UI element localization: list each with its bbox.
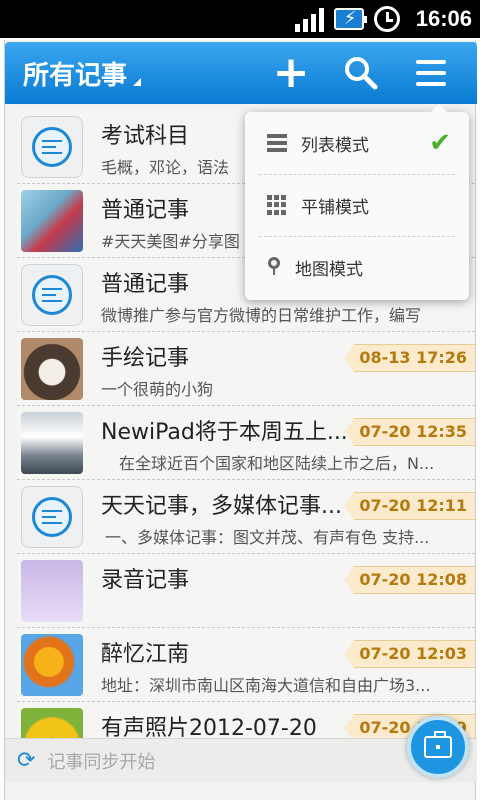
list-icon bbox=[267, 134, 287, 152]
view-mode-dropdown: 列表模式 ✔ 平铺模式 地图模式 bbox=[245, 104, 469, 300]
note-thumbnail bbox=[21, 338, 83, 400]
list-item[interactable]: 录音记事 07-20 12:08 bbox=[17, 554, 475, 628]
date-tag: 07-20 12:08 bbox=[344, 566, 475, 594]
menu-item-list-mode[interactable]: 列表模式 ✔ bbox=[245, 112, 469, 174]
note-subtitle: #天天美图#分享图 bbox=[101, 232, 240, 251]
plus-icon: + bbox=[272, 47, 310, 98]
note-thumbnail bbox=[21, 190, 83, 252]
list-item[interactable]: 天天记事，多媒体记事... 07-20 12:11 一、多媒体记事：图文并茂、有… bbox=[17, 480, 475, 554]
menu-item-label: 平铺模式 bbox=[301, 197, 369, 218]
note-subtitle: 一、多媒体记事：图文并茂、有声有色 支持... bbox=[105, 528, 430, 547]
toolbox-icon bbox=[424, 731, 452, 758]
date-tag: 07-20 12:35 bbox=[344, 418, 475, 446]
status-time: 16:06 bbox=[415, 6, 472, 31]
title-caret-icon bbox=[133, 78, 142, 86]
note-title: 普通记事 bbox=[101, 272, 190, 297]
menu-button[interactable] bbox=[407, 50, 455, 96]
note-thumbnail bbox=[21, 412, 83, 474]
document-icon bbox=[21, 264, 83, 326]
note-title: 录音记事 bbox=[101, 568, 190, 593]
search-button[interactable] bbox=[337, 50, 385, 96]
note-title: 天天记事，多媒体记事... bbox=[101, 494, 342, 519]
note-title: 考试科目 bbox=[101, 124, 190, 149]
menu-item-tile-mode[interactable]: 平铺模式 bbox=[245, 174, 469, 236]
note-subtitle: 微博推广参与官方微博的日常维护工作，编写 bbox=[101, 306, 422, 325]
toolbox-button[interactable] bbox=[407, 716, 469, 778]
note-thumbnail bbox=[21, 634, 83, 696]
map-pin-icon bbox=[267, 257, 281, 277]
signal-icon bbox=[294, 6, 324, 32]
menu-item-map-mode[interactable]: 地图模式 bbox=[245, 236, 469, 298]
note-title: 普通记事 bbox=[101, 198, 190, 223]
app-title: 所有记事 bbox=[23, 60, 128, 91]
menu-icon bbox=[416, 60, 446, 86]
sync-icon: ⟳ bbox=[17, 748, 36, 773]
note-title: 手绘记事 bbox=[101, 346, 190, 371]
checkmark-icon: ✔ bbox=[429, 128, 451, 158]
note-thumbnail bbox=[21, 708, 83, 740]
app-bar: 所有记事 + bbox=[5, 42, 477, 104]
document-icon bbox=[21, 486, 83, 548]
status-bar: ⚡ 16:06 bbox=[0, 0, 480, 38]
date-tag: 07-20 12:11 bbox=[344, 492, 475, 520]
title-dropdown[interactable]: 所有记事 bbox=[23, 55, 142, 92]
list-item[interactable]: 手绘记事 08-13 17:26 一个很萌的小狗 bbox=[17, 332, 475, 406]
note-title: 有声照片2012-07-20 bbox=[101, 716, 317, 740]
search-icon bbox=[345, 57, 378, 90]
note-subtitle: 一个很萌的小狗 bbox=[101, 380, 214, 399]
note-subtitle: 在全球近百个国家和地区陆续上市之后，N... bbox=[119, 454, 435, 473]
sync-status-text: 记事同步开始 bbox=[47, 751, 156, 773]
note-subtitle: 毛概，邓论，语法 bbox=[101, 158, 230, 177]
grid-icon bbox=[267, 195, 287, 215]
date-tag: 07-20 12:03 bbox=[344, 640, 475, 668]
list-item[interactable]: NewiPad将于本周五上... 07-20 12:35 在全球近百个国家和地区… bbox=[17, 406, 475, 480]
note-title: 醉忆江南 bbox=[101, 642, 190, 667]
list-item[interactable]: 醉忆江南 07-20 12:03 地址：深圳市南山区南海大道信和自由广场3... bbox=[17, 628, 475, 702]
menu-item-label: 地图模式 bbox=[295, 259, 363, 280]
note-title: NewiPad将于本周五上... bbox=[101, 420, 348, 445]
battery-charging-icon: ⚡ bbox=[333, 8, 367, 30]
add-note-button[interactable]: + bbox=[267, 50, 315, 96]
menu-item-label: 列表模式 bbox=[301, 135, 369, 156]
list-item[interactable]: 有声照片2012-07-20 07-20 11:59 bbox=[17, 702, 475, 740]
date-tag: 08-13 17:26 bbox=[344, 344, 475, 372]
note-thumbnail bbox=[21, 560, 83, 622]
document-icon bbox=[21, 116, 83, 178]
alarm-icon bbox=[373, 6, 400, 32]
note-subtitle: 地址：深圳市南山区南海大道信和自由广场3... bbox=[101, 676, 431, 695]
